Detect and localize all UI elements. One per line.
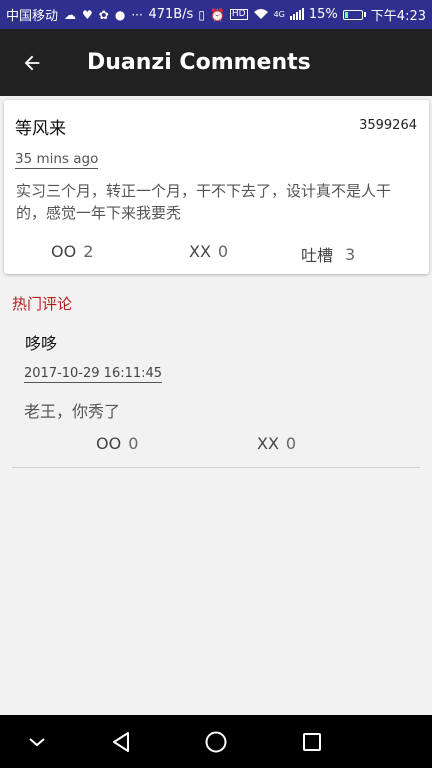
hd-icon: HD — [229, 9, 248, 20]
post-time: 35 mins ago — [15, 151, 99, 169]
vote-label: OO — [96, 434, 122, 453]
oo-vote-button[interactable]: OO 0 — [96, 434, 138, 453]
vote-label: XX — [189, 242, 211, 261]
system-nav-bar — [0, 715, 432, 768]
signal-icon — [289, 7, 304, 22]
post-id: 3599264 — [359, 118, 417, 133]
app-bar: Duanzi Comments — [0, 29, 432, 96]
recents-nav-button[interactable] — [282, 715, 342, 768]
tucao-button[interactable]: 吐槽 3 — [301, 242, 355, 266]
battery-icon — [342, 9, 366, 20]
home-circle-icon — [205, 731, 227, 752]
clock: 下午4:23 — [370, 9, 426, 24]
vote-label: XX — [257, 434, 279, 453]
battery-percent: 15% — [308, 7, 338, 22]
status-bar: 中国移动 ☁ ♥ ✿ ● ··· 471B/s ▯ ⏰ HD 4G 15% 下午… — [0, 0, 432, 29]
more-icon: ··· — [131, 7, 143, 22]
vote-count: 0 — [285, 434, 297, 453]
comment-author[interactable]: 哆哆 — [25, 330, 57, 354]
alarm-icon: ⏰ — [209, 7, 225, 22]
vote-label: 吐槽 — [301, 246, 334, 265]
vote-count: 0 — [217, 242, 229, 261]
post-content: 实习三个月，转正一个月，干不下去了，设计真不是人干的，感觉一年下来我要秃 — [16, 182, 392, 222]
back-nav-button[interactable] — [91, 715, 151, 768]
collapse-icon — [29, 737, 45, 746]
comment-time: 2017-10-29 16:11:45 — [24, 366, 163, 383]
oo-vote-button[interactable]: OO 2 — [51, 242, 93, 261]
vibrate-icon: ▯ — [198, 7, 205, 22]
home-nav-button[interactable] — [186, 715, 246, 768]
page-title: Duanzi Comments — [87, 50, 311, 75]
vote-count: 3 — [345, 244, 356, 264]
app-notification-icon: ✿ — [98, 7, 109, 22]
arrow-left-icon — [24, 55, 40, 70]
vote-count: 2 — [83, 242, 94, 261]
xx-vote-button[interactable]: XX 0 — [189, 242, 228, 261]
recents-square-icon — [303, 732, 321, 751]
divider — [12, 467, 420, 468]
xx-vote-button[interactable]: XX 0 — [257, 434, 296, 453]
hot-comments-heading: 热门评论 — [12, 295, 73, 313]
carrier-label: 中国移动 — [6, 9, 59, 24]
network-type: 4G — [273, 10, 285, 19]
collapse-button[interactable] — [7, 715, 67, 768]
health-icon: ♥ — [82, 7, 93, 22]
cloud-icon: ☁ — [64, 7, 77, 22]
network-speed: 471B/s — [148, 7, 194, 22]
back-triangle-icon — [113, 731, 129, 752]
comment-content: 老王，你秀了 — [24, 402, 121, 421]
post-card: 等风来 3599264 35 mins ago 实习三个月，转正一个月，干不下去… — [4, 100, 429, 274]
badge-icon: ● — [114, 7, 126, 22]
back-button[interactable] — [0, 29, 64, 96]
post-author[interactable]: 等风来 — [15, 114, 66, 139]
vote-count: 0 — [128, 434, 139, 453]
wifi-icon — [253, 8, 269, 22]
vote-label: OO — [51, 242, 77, 261]
